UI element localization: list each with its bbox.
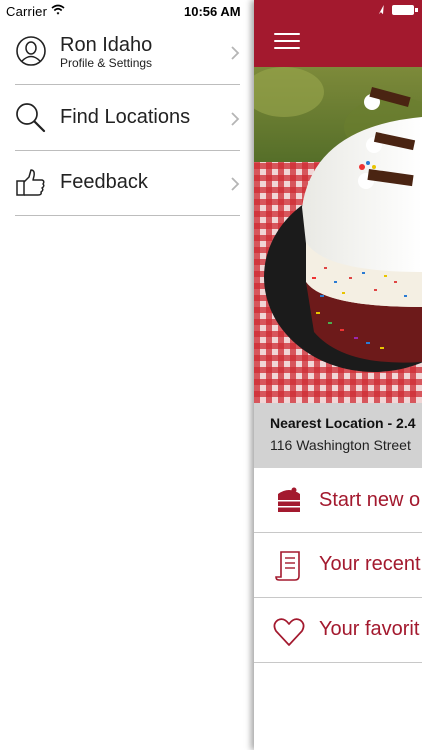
feedback-label: Feedback — [60, 171, 148, 193]
recent-orders-button[interactable]: Your recent — [254, 533, 422, 598]
start-new-order-label: Start new o — [319, 489, 421, 511]
nearest-location-address: 116 Washington Street — [270, 437, 411, 453]
nearest-location-title: Nearest Location - 2.4 — [270, 415, 416, 431]
search-icon — [16, 103, 46, 133]
favorites-label: Your favorit — [319, 618, 420, 640]
app-header — [254, 0, 422, 67]
menu-item-find-locations[interactable]: Find Locations — [15, 86, 240, 151]
receipt-icon — [275, 551, 300, 581]
nearest-location-banner[interactable]: Nearest Location - 2.4 116 Washington St… — [254, 403, 422, 468]
thumbs-up-icon — [16, 169, 45, 196]
status-time: 10:56 AM — [184, 4, 241, 19]
chevron-right-icon — [231, 46, 240, 60]
status-bar: Carrier 10:56 AM — [0, 0, 254, 22]
cake-icon — [278, 487, 300, 512]
profile-sublabel: Profile & Settings — [60, 56, 153, 70]
start-new-order-button[interactable]: Start new o — [254, 468, 422, 533]
heart-icon — [273, 618, 305, 646]
user-icon — [16, 36, 46, 66]
hero-cake-image — [254, 67, 422, 403]
favorites-button[interactable]: Your favorit — [254, 598, 422, 663]
menu-item-profile[interactable]: Ron Idaho Profile & Settings — [15, 20, 240, 85]
main-panel: Nearest Location - 2.4 116 Washington St… — [254, 0, 422, 750]
find-locations-label: Find Locations — [60, 106, 191, 128]
menu-item-feedback[interactable]: Feedback — [15, 151, 240, 216]
recent-orders-label: Your recent — [319, 553, 421, 575]
chevron-right-icon — [231, 112, 240, 126]
wifi-icon — [51, 4, 65, 15]
chevron-right-icon — [231, 177, 240, 191]
carrier-label: Carrier — [6, 4, 48, 19]
battery-icon — [378, 5, 418, 15]
profile-name: Ron Idaho — [60, 34, 153, 56]
hamburger-menu-button[interactable] — [274, 33, 300, 51]
